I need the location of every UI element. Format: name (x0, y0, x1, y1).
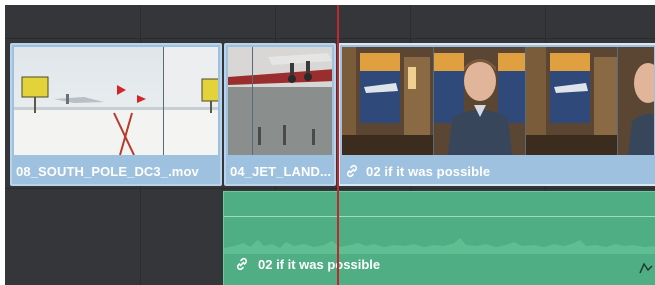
timeline[interactable]: 08_SOUTH_POLE_DC3_.mov 04_JET_LAND... 02… (5, 5, 655, 285)
clip-thumbnails (14, 47, 218, 155)
video-clip-interview[interactable]: 02 if it was possible (338, 43, 655, 186)
clip-thumbnails (342, 47, 654, 155)
track-divider (5, 38, 655, 39)
audio-clip[interactable]: 02 if it was possible (223, 191, 655, 285)
clip-thumbnails (228, 47, 332, 155)
thumbnail-frame (164, 47, 218, 155)
thumbnail-frame (434, 47, 526, 155)
video-clip-south-pole[interactable]: 08_SOUTH_POLE_DC3_.mov (10, 43, 222, 186)
audio-waveform (224, 238, 655, 254)
link-icon (234, 256, 250, 272)
thumbnail-frame (618, 47, 654, 155)
audio-clip-label: 02 if it was possible (234, 256, 380, 272)
clip-label: 08_SOUTH_POLE_DC3_.mov (16, 164, 199, 179)
playhead[interactable] (337, 5, 339, 285)
link-icon (344, 163, 360, 179)
clip-name: 08_SOUTH_POLE_DC3_.mov (16, 164, 199, 179)
clip-name: 04_JET_LAND... (230, 164, 332, 179)
thumbnail-frame (228, 47, 332, 155)
clip-label: 02 if it was possible (344, 163, 490, 179)
video-clip-jet-landing[interactable]: 04_JET_LAND... (224, 43, 336, 186)
thumbnail-frame (526, 47, 618, 155)
thumbnail-frame (14, 47, 164, 155)
audio-level-line (224, 216, 655, 217)
fade-handle-icon[interactable] (639, 261, 653, 275)
thumbnail-frame (342, 47, 434, 155)
audio-clip-name: 02 if it was possible (258, 256, 381, 272)
clip-label: 04_JET_LAND... (230, 164, 331, 179)
clip-name: 02 if it was possible (366, 163, 491, 179)
track-divider (5, 188, 655, 189)
